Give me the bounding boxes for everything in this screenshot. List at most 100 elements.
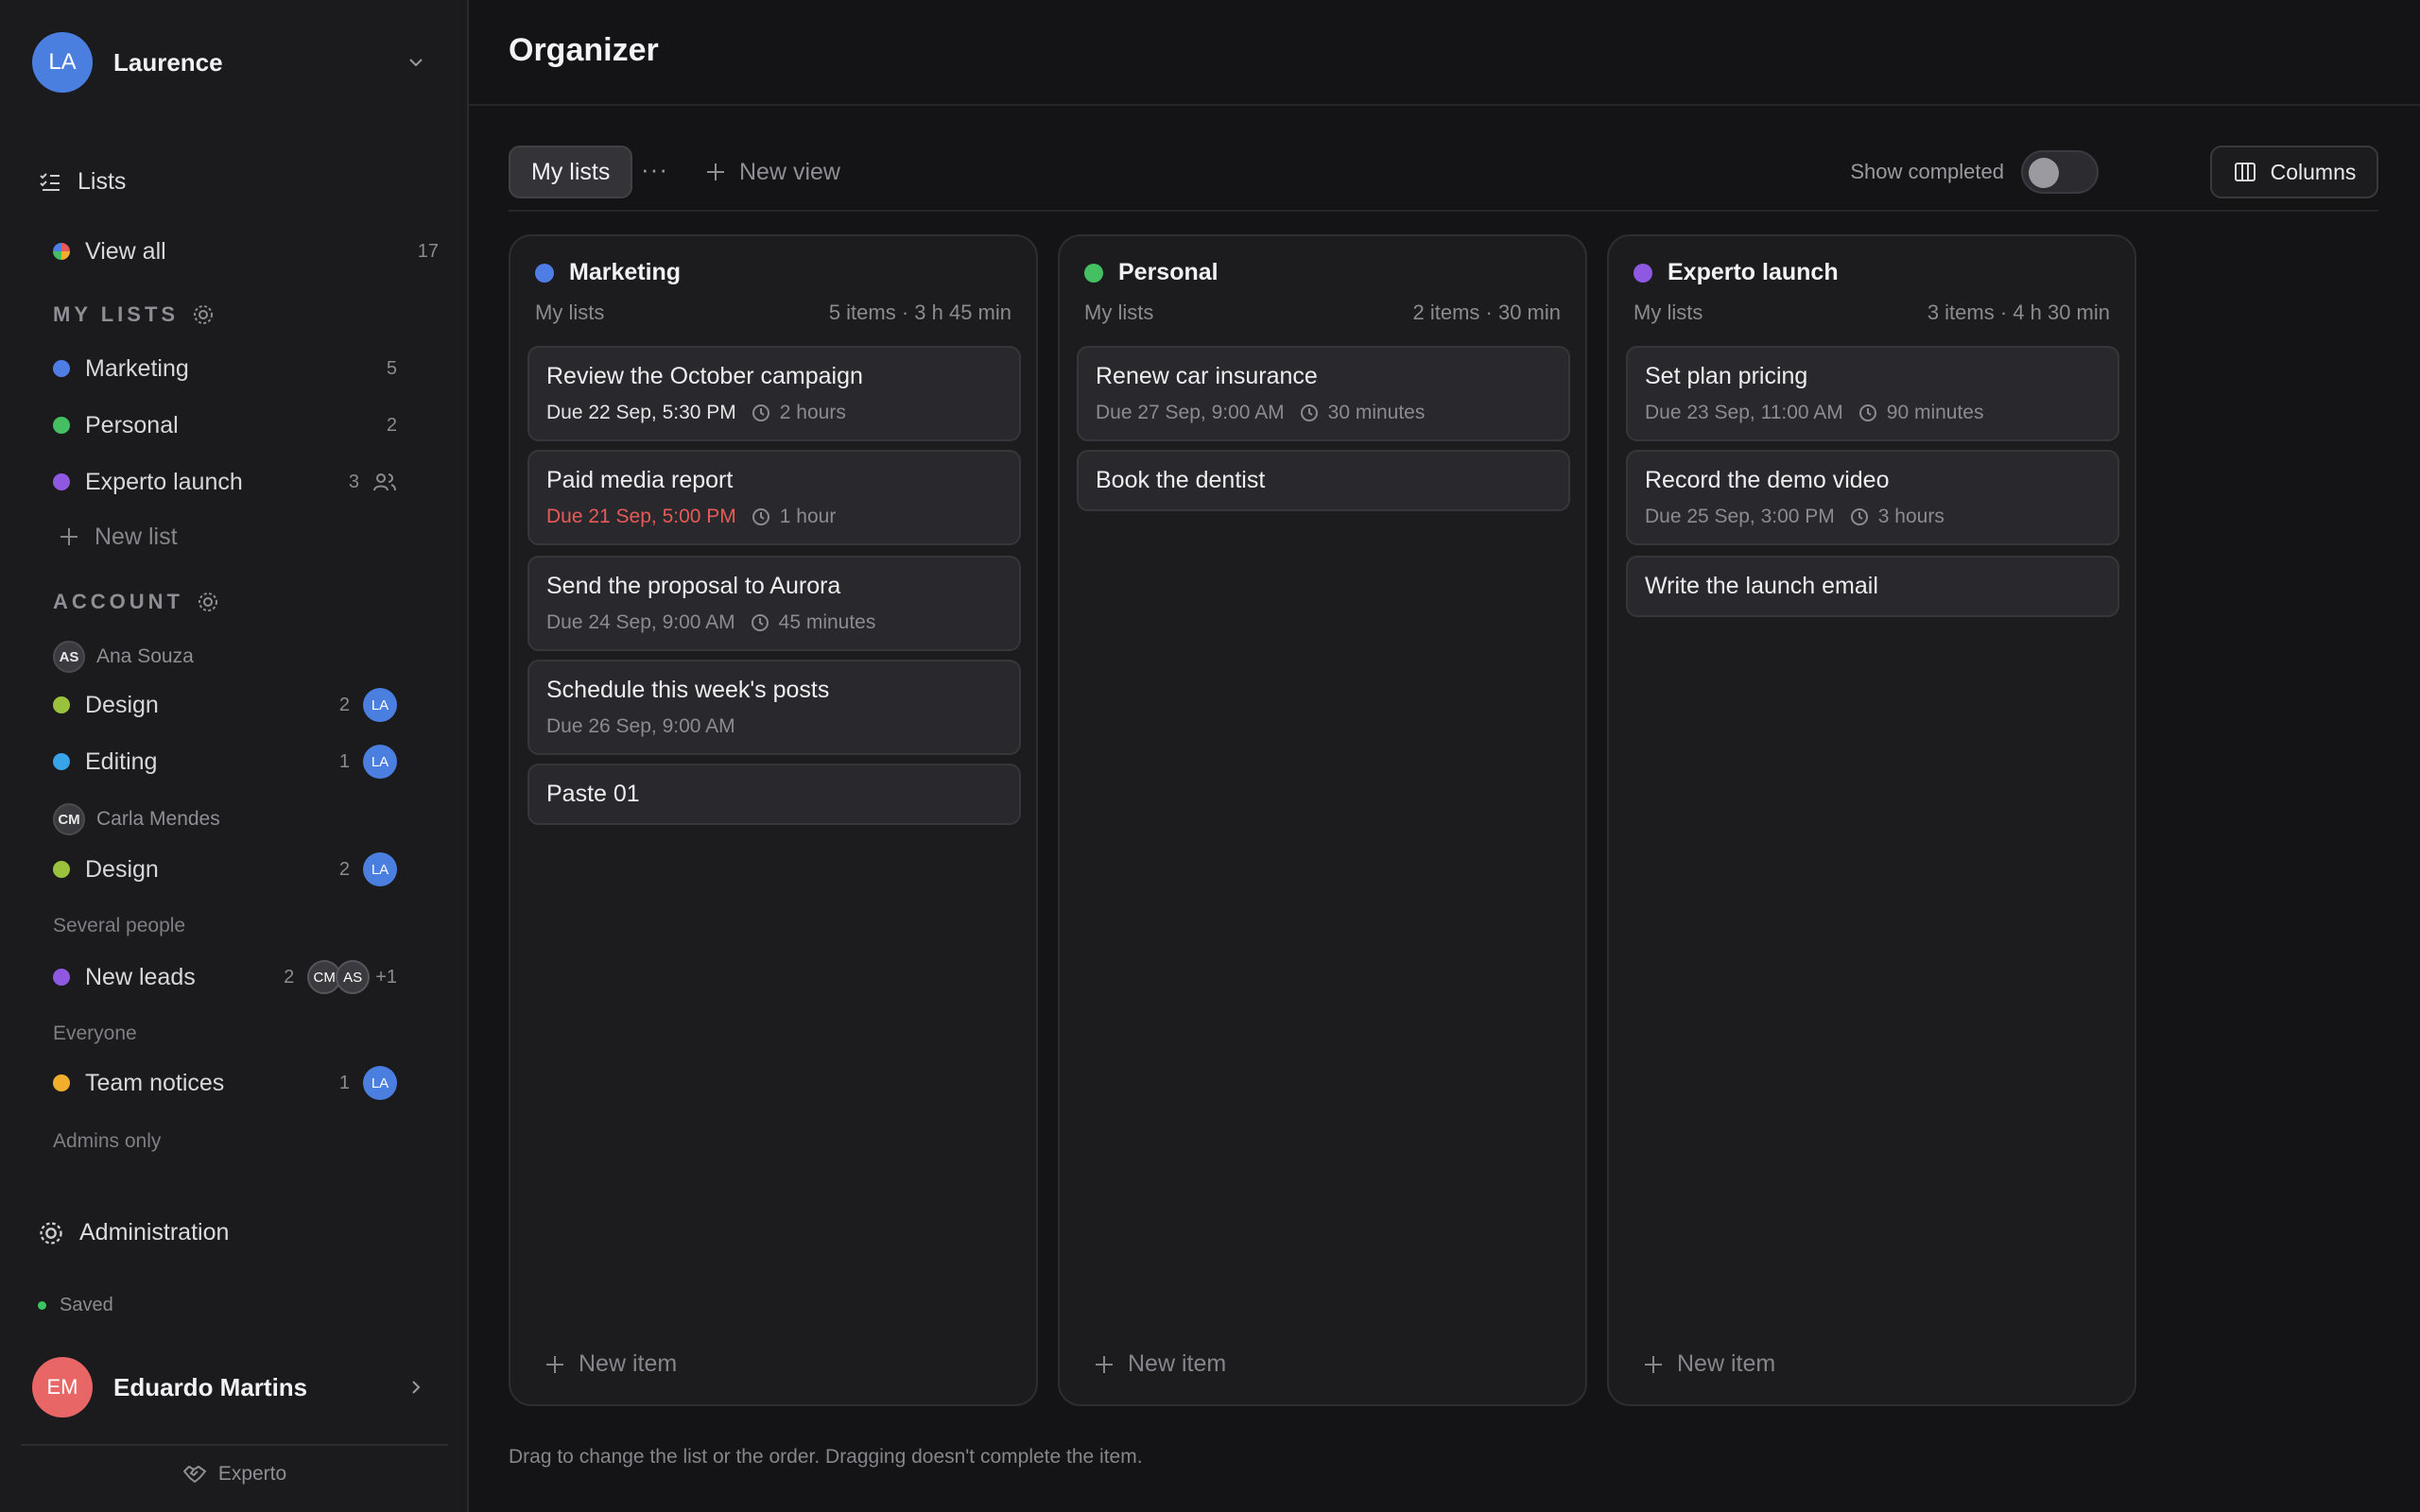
task-title: Set plan pricing: [1645, 363, 1808, 389]
list-count: 1: [338, 1072, 350, 1093]
avatar: AS: [53, 641, 85, 673]
sidebar-item-label: Design: [85, 855, 159, 883]
new-item-button[interactable]: New item: [1094, 1350, 1226, 1378]
new-view-label: New view: [739, 158, 840, 185]
people-icon: [373, 473, 396, 491]
my-lists-label: MY LISTS: [53, 302, 180, 326]
sidebar: LA Laurence Lists View all 17 MY LISTS M…: [0, 0, 469, 1512]
column-subtitle: My lists 5 items · 3 h 45 min: [535, 301, 1011, 325]
task-title: Paid media report: [546, 467, 734, 493]
task-card[interactable]: Record the demo video Due 25 Sep, 3:00 P…: [1626, 450, 2119, 545]
gear-icon[interactable]: [192, 303, 215, 326]
sidebar-item-design-carla[interactable]: Design 2 LA: [53, 849, 397, 890]
column-subtitle: My lists 2 items · 30 min: [1084, 301, 1561, 325]
task-card[interactable]: Set plan pricing Due 23 Sep, 11:00 AM 90…: [1626, 346, 2119, 441]
task-card[interactable]: Review the October campaign Due 22 Sep, …: [527, 346, 1021, 441]
workspace-switcher[interactable]: LA Laurence: [32, 32, 439, 93]
list-color-dot: [535, 263, 554, 283]
administration-link[interactable]: Administration: [38, 1219, 229, 1246]
checklist-icon: [40, 172, 60, 191]
task-duration: 3 hours: [1877, 506, 1945, 527]
column-title: Marketing: [569, 259, 682, 285]
list-color-dot: [53, 753, 70, 770]
drag-hint: Drag to change the list or the order. Dr…: [509, 1446, 1143, 1468]
status-dot: [38, 1301, 46, 1310]
sidebar-item-label: Experto launch: [85, 468, 243, 495]
new-item-label: New item: [579, 1350, 678, 1377]
avatar: AS: [336, 960, 371, 994]
sidebar-item-new-leads[interactable]: New leads 2 CM AS +1: [53, 956, 397, 998]
new-view-button[interactable]: New view: [705, 146, 840, 198]
sidebar-item-design[interactable]: Design 2 LA: [53, 684, 397, 726]
task-due: Due 27 Sep, 9:00 AM: [1096, 402, 1285, 423]
avatar: LA: [363, 688, 397, 722]
sidebar-item-label: Design: [85, 691, 159, 718]
column-source: My lists: [535, 301, 605, 324]
task-title: Renew car insurance: [1096, 363, 1318, 389]
plus-icon: [546, 1355, 563, 1373]
task-due: Due 23 Sep, 11:00 AM: [1645, 402, 1843, 423]
plus-icon: [1645, 1355, 1662, 1373]
list-color-dot: [53, 417, 70, 434]
new-list-button[interactable]: New list: [59, 516, 403, 558]
task-card[interactable]: Book the dentist: [1077, 450, 1570, 511]
task-card[interactable]: Send the proposal to Aurora Due 24 Sep, …: [527, 556, 1021, 651]
clock-icon: [752, 404, 769, 421]
sidebar-item-label: New leads: [85, 963, 196, 990]
column-source: My lists: [1084, 301, 1154, 324]
gear-icon[interactable]: [197, 591, 219, 613]
clock-icon: [751, 614, 769, 631]
chevron-down-icon: [409, 59, 423, 67]
task-duration: 90 minutes: [1886, 402, 1984, 423]
task-card[interactable]: Paid media report Due 21 Sep, 5:00 PM 1 …: [527, 450, 1021, 545]
list-count: 3: [348, 471, 359, 492]
clock-icon: [1858, 404, 1876, 421]
task-meta: Due 22 Sep, 5:30 PM 2 hours: [546, 402, 1002, 424]
task-card[interactable]: Renew car insurance Due 27 Sep, 9:00 AM …: [1077, 346, 1570, 441]
list-color-dot: [53, 969, 70, 986]
columns-icon: [2234, 163, 2256, 181]
sidebar-item-label: Editing: [85, 747, 158, 775]
task-card[interactable]: Schedule this week's posts Due 26 Sep, 9…: [527, 660, 1021, 755]
owner-ana-souza: AS Ana Souza: [53, 641, 194, 673]
task-card[interactable]: Paste 01: [527, 764, 1021, 825]
sidebar-item-editing[interactable]: Editing 1 LA: [53, 741, 397, 782]
avatar: LA: [363, 1066, 397, 1100]
owner-name: Ana Souza: [96, 645, 194, 667]
page-title: Organizer: [509, 32, 659, 68]
new-item-button[interactable]: New item: [544, 1350, 677, 1378]
new-item-button[interactable]: New item: [1643, 1350, 1775, 1378]
task-duration: 45 minutes: [778, 611, 876, 633]
list-color-dot: [53, 1074, 70, 1091]
column-summary: 2 items · 30 min: [1412, 301, 1562, 324]
sidebar-item-personal[interactable]: Personal 2: [53, 404, 397, 446]
workspace-avatar: LA: [32, 32, 93, 93]
tab-my-lists[interactable]: My lists: [509, 146, 633, 198]
task-card[interactable]: Write the launch email: [1626, 556, 2119, 617]
list-count: 2: [284, 966, 295, 988]
sidebar-item-team-notices[interactable]: Team notices 1 LA: [53, 1062, 397, 1104]
show-completed-label: Show completed: [1850, 160, 2004, 183]
task-title: Send the proposal to Aurora: [546, 573, 841, 599]
task-due: Due 26 Sep, 9:00 AM: [546, 715, 735, 737]
administration-label: Administration: [79, 1219, 230, 1246]
more-options-button[interactable]: ···: [641, 155, 668, 184]
list-count: 2: [338, 858, 350, 880]
column-personal: Personal My lists 2 items · 30 min Renew…: [1058, 234, 1587, 1406]
main-area: Organizer My lists ··· New view Show com…: [469, 0, 2420, 1512]
user-menu[interactable]: EM Eduardo Martins: [32, 1357, 439, 1418]
new-item-label: New item: [1677, 1350, 1776, 1377]
nav-lists[interactable]: Lists: [38, 168, 126, 196]
columns-button[interactable]: Columns: [2210, 146, 2378, 198]
list-count: 1: [338, 750, 350, 772]
sidebar-item-marketing[interactable]: Marketing 5: [53, 348, 397, 389]
view-all-count: 17: [417, 240, 439, 262]
sidebar-item-experto-launch[interactable]: Experto launch 3: [53, 461, 397, 503]
list-color-dot: [53, 861, 70, 878]
columns-label: Columns: [2270, 159, 2357, 184]
column-subtitle: My lists 3 items · 4 h 30 min: [1634, 301, 2110, 325]
show-completed-toggle[interactable]: [2021, 150, 2099, 194]
sidebar-item-label: Personal: [85, 411, 179, 438]
view-all[interactable]: View all 17: [53, 231, 439, 272]
save-status: Saved: [38, 1295, 113, 1316]
